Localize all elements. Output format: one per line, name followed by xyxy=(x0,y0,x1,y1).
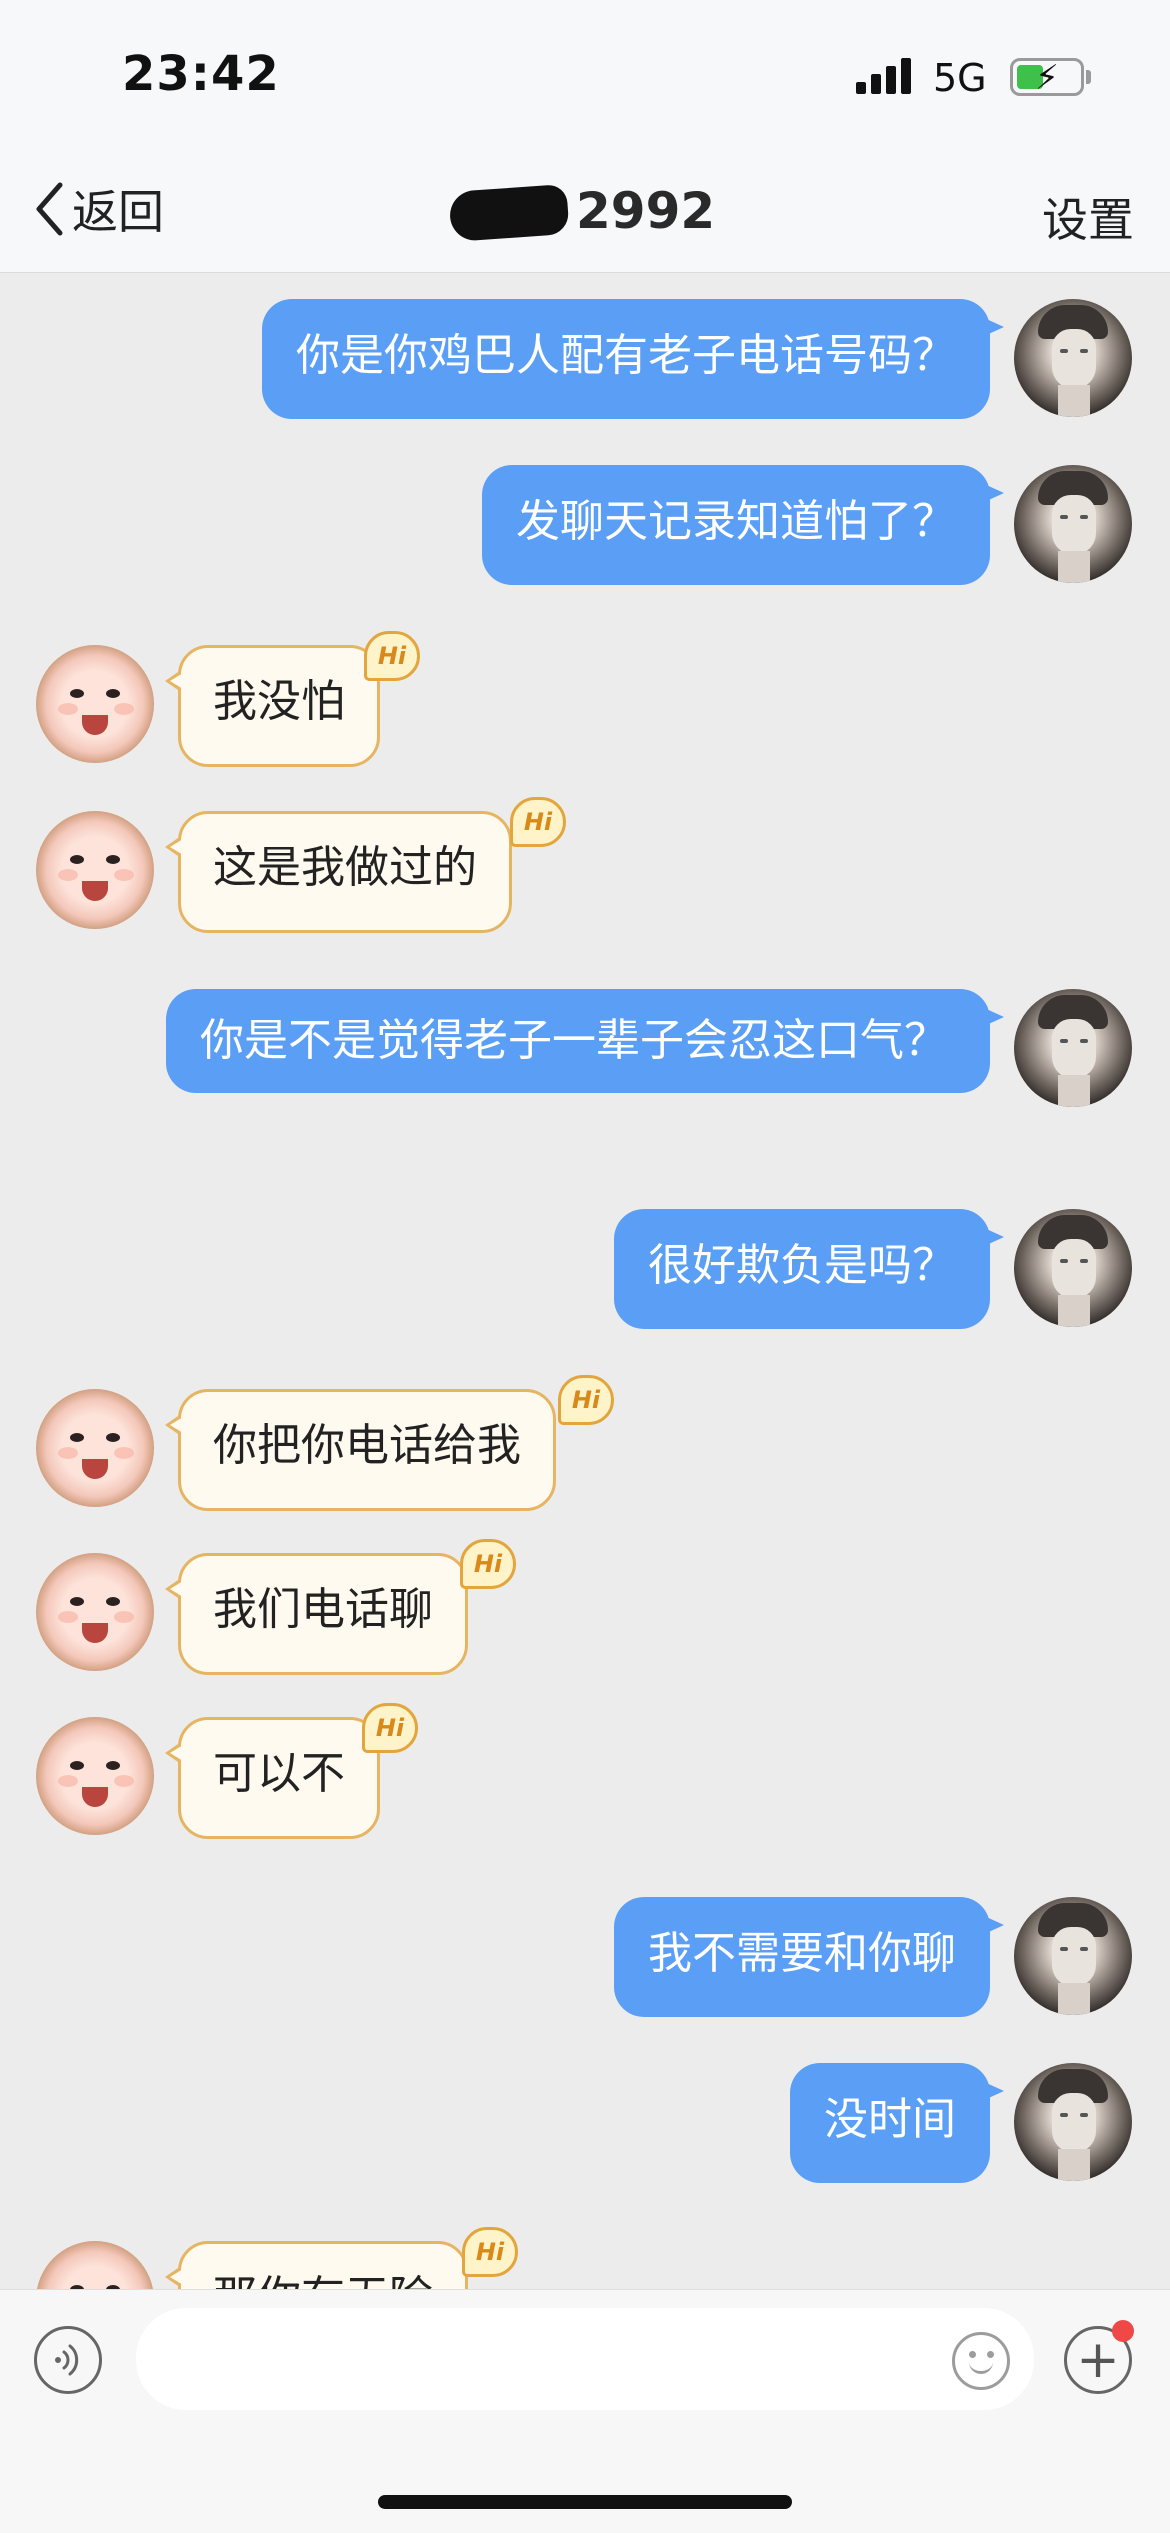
conversation-title: 2992 xyxy=(448,176,750,246)
home-indicator[interactable] xyxy=(378,2495,792,2509)
battery-tip xyxy=(1086,70,1091,84)
emoji-icon[interactable] xyxy=(952,2332,1010,2390)
contact-avatar[interactable] xyxy=(36,1553,154,1671)
title-text: 2992 xyxy=(576,182,716,240)
battery-icon: ⚡ xyxy=(1010,58,1084,97)
signal-icon xyxy=(856,56,916,96)
hi-badge: Hi xyxy=(510,797,566,847)
notification-dot xyxy=(1112,2320,1134,2342)
my-avatar[interactable] xyxy=(1014,1897,1132,2015)
incoming-bubble[interactable]: 那你有无除 xyxy=(165,2241,468,2289)
outgoing-bubble[interactable]: 我不需要和你聊 xyxy=(614,1897,1004,2017)
my-avatar[interactable] xyxy=(1014,2063,1132,2181)
contact-avatar[interactable] xyxy=(36,1717,154,1835)
chevron-left-icon xyxy=(36,182,63,236)
network-label: 5G xyxy=(933,56,987,100)
incoming-bubble[interactable]: 我们电话聊 xyxy=(165,1553,468,1675)
chat-area[interactable]: 你是你鸡巴人配有老子电话号码？ 发聊天记录知道怕了？ 我没怕 Hi 这是我做过的 xyxy=(0,273,1170,2289)
incoming-bubble[interactable]: 这是我做过的 xyxy=(165,811,512,933)
status-time: 23:42 xyxy=(122,46,280,102)
back-button[interactable]: 返回 xyxy=(34,174,164,244)
hi-badge: Hi xyxy=(460,1539,516,1589)
my-avatar[interactable] xyxy=(1014,465,1132,583)
contact-avatar[interactable] xyxy=(36,645,154,763)
outgoing-bubble[interactable]: 没时间 xyxy=(790,2063,1004,2183)
input-bar: + xyxy=(0,2289,1170,2533)
back-label: 返回 xyxy=(72,185,164,239)
status-bar: 23:42 5G ⚡ xyxy=(0,0,1170,150)
my-avatar[interactable] xyxy=(1014,989,1132,1107)
hi-badge: Hi xyxy=(558,1375,614,1425)
incoming-bubble[interactable]: 你把你电话给我 xyxy=(165,1389,556,1511)
contact-avatar[interactable] xyxy=(36,2241,154,2289)
hi-badge: Hi xyxy=(362,1703,418,1753)
my-avatar[interactable] xyxy=(1014,1209,1132,1327)
hi-badge: Hi xyxy=(462,2227,518,2277)
hi-badge: Hi xyxy=(364,631,420,681)
voice-button[interactable] xyxy=(34,2326,102,2394)
outgoing-bubble[interactable]: 很好欺负是吗？ xyxy=(614,1209,1004,1329)
outgoing-bubble[interactable]: 你是你鸡巴人配有老子电话号码？ xyxy=(262,299,1004,419)
settings-button[interactable]: 设置 xyxy=(1042,184,1134,250)
my-avatar[interactable] xyxy=(1014,299,1132,417)
contact-avatar[interactable] xyxy=(36,811,154,929)
outgoing-bubble[interactable]: 发聊天记录知道怕了？ xyxy=(482,465,1004,585)
voice-icon xyxy=(55,2344,79,2376)
incoming-bubble[interactable]: 我没怕 xyxy=(165,645,380,767)
contact-avatar[interactable] xyxy=(36,1389,154,1507)
message-input[interactable] xyxy=(136,2308,1034,2410)
redaction-mark xyxy=(448,183,570,243)
incoming-bubble[interactable]: 可以不 xyxy=(165,1717,380,1839)
outgoing-bubble[interactable]: 你是不是觉得老子一辈子会忍这口气？ xyxy=(166,989,1004,1093)
navigation-bar: 返回 2992 设置 xyxy=(0,150,1170,273)
